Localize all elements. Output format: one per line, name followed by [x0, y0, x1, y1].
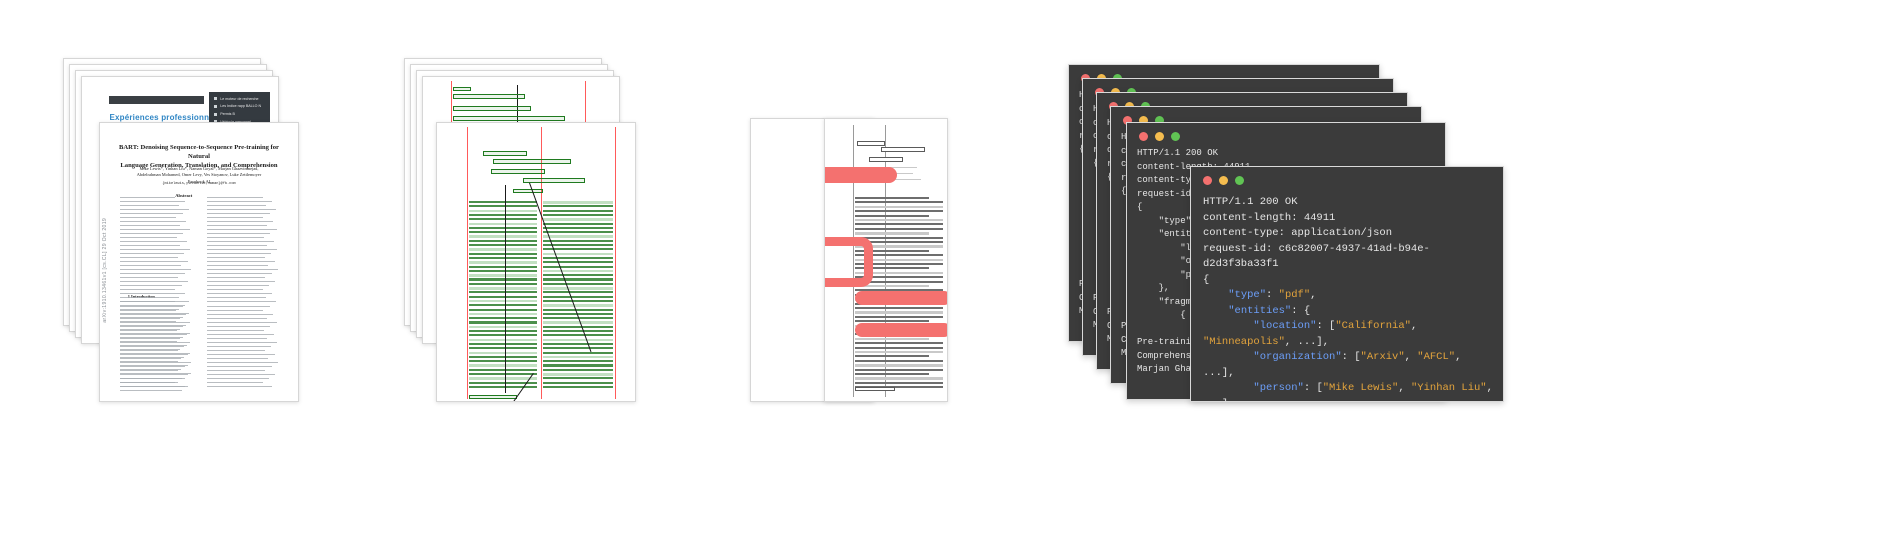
traffic-lights-front[interactable] [1203, 176, 1244, 185]
paper-abstract-heading: Abstract [175, 192, 193, 198]
traffic-lights-back-1[interactable] [1139, 132, 1180, 141]
cv-sidebar-item-0: Le moteur de recherche [220, 96, 259, 101]
arxiv-stamp: arXiv:1910.13461v1 [cs.CL] 29 Oct 2019 [102, 218, 108, 324]
zoom-icon[interactable] [1171, 132, 1180, 141]
cv-header-block [109, 95, 204, 105]
layout-sheet-front[interactable] [436, 122, 636, 402]
close-icon[interactable] [1139, 132, 1148, 141]
terminal-window-front[interactable]: HTTP/1.1 200 OK content-length: 44911 co… [1190, 166, 1504, 402]
minimize-icon[interactable] [1155, 132, 1164, 141]
terminal-output-front: HTTP/1.1 200 OK content-length: 44911 co… [1203, 196, 1493, 401]
close-icon[interactable] [1203, 176, 1212, 185]
minimize-icon[interactable] [1219, 176, 1228, 185]
screenshot-canvas: Expériences professionnelles Le moteur d… [0, 0, 1882, 546]
zoom-icon[interactable] [1235, 176, 1244, 185]
document-sheet-bart-paper[interactable]: arXiv:1910.13461v1 [cs.CL] 29 Oct 2019 B… [99, 122, 299, 402]
cv-sidebar-item-2: Permis B [220, 112, 235, 117]
cv-sidebar-item-1: Les Indice rapp BALLO N [220, 104, 262, 109]
paper-emails: {mikelewis,yinhanliu,naman}@fb.com [162, 182, 236, 187]
highlight-sheet-front[interactable] [824, 118, 948, 402]
